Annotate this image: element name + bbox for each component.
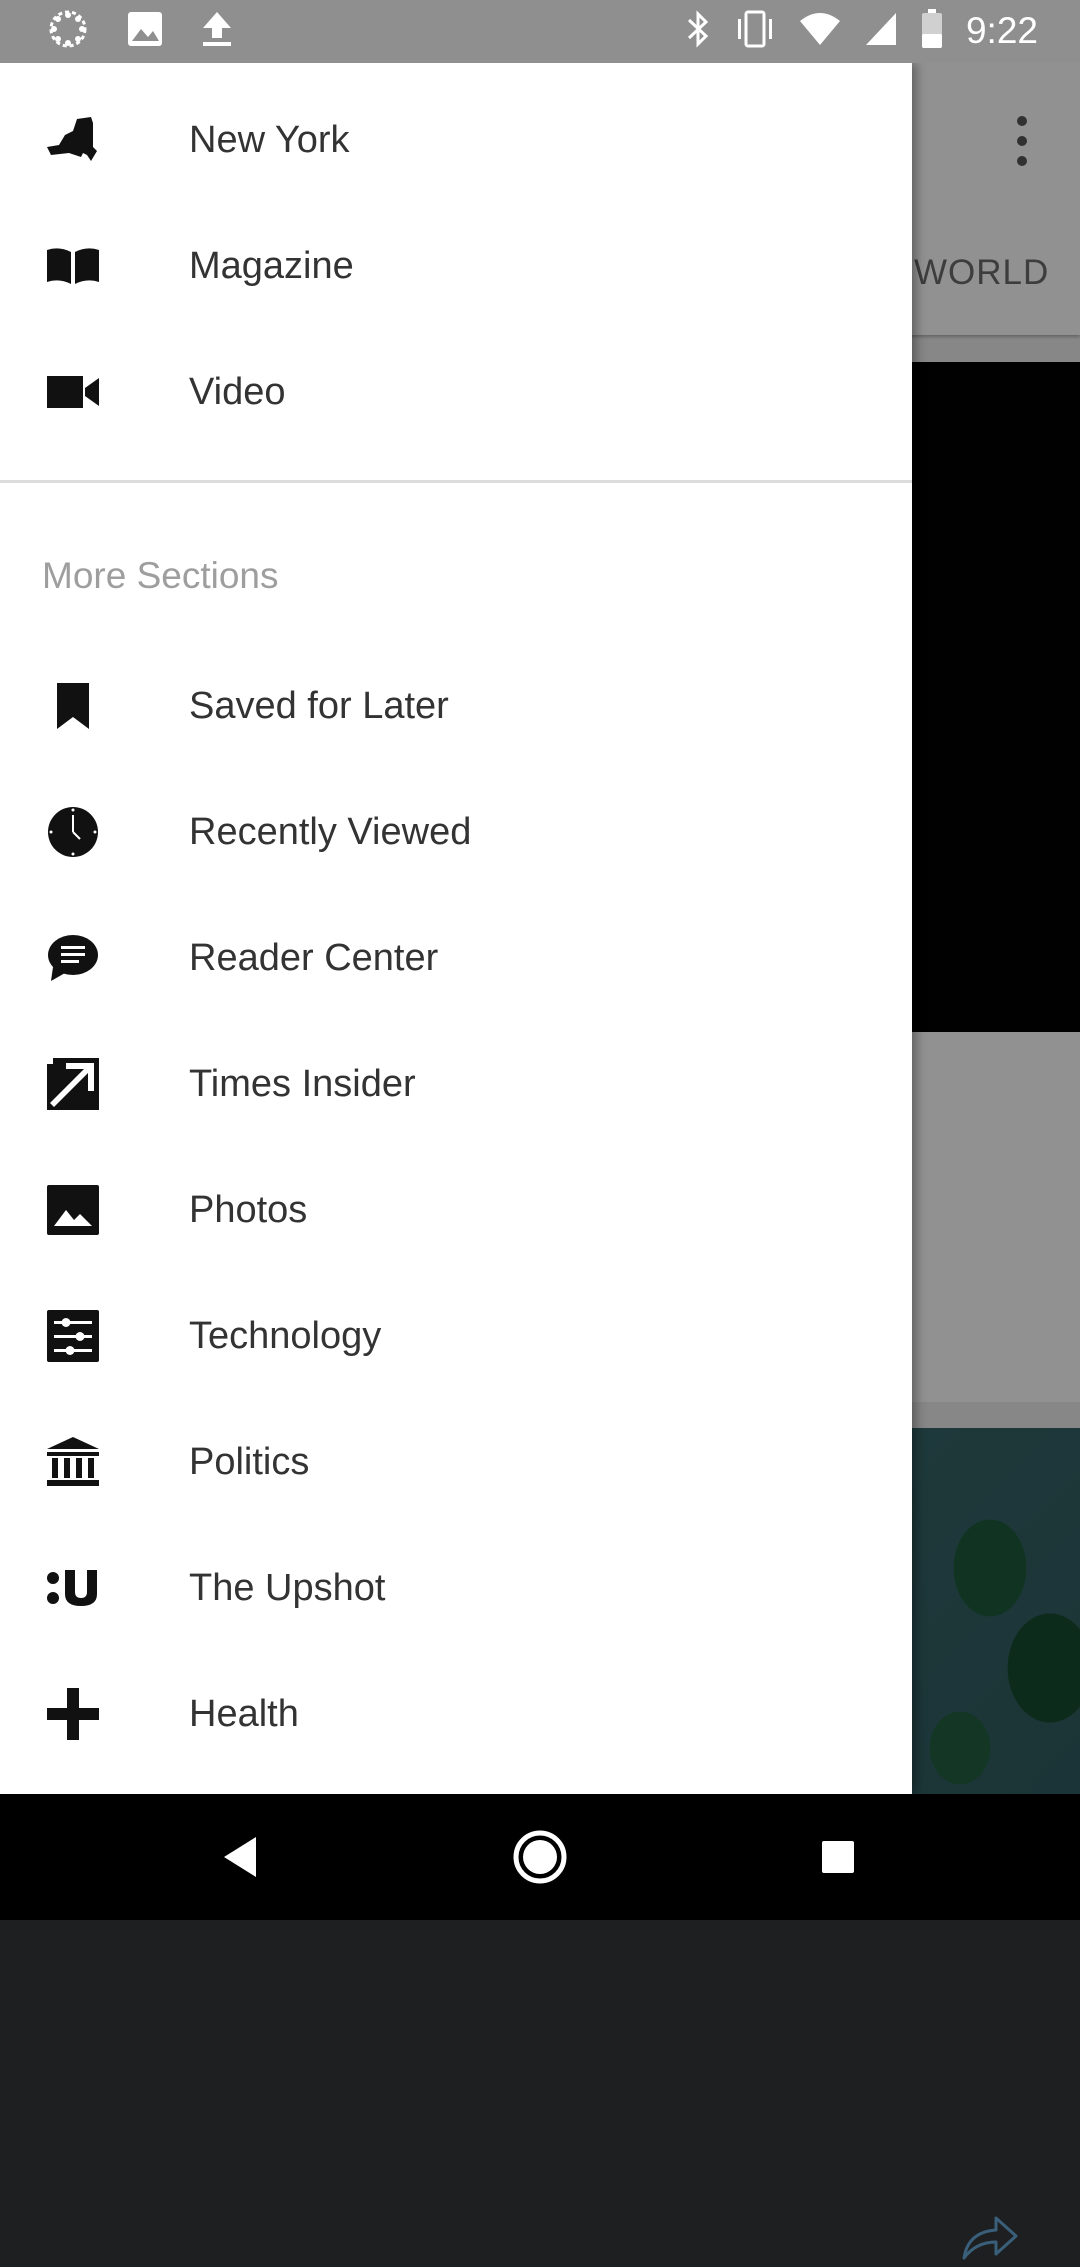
bookmark-icon: [45, 678, 101, 734]
battery-icon: [920, 8, 944, 55]
drawer-item-label: Health: [189, 1692, 299, 1735]
drawer-item-technology[interactable]: Technology: [0, 1273, 912, 1399]
vibrate-icon: [734, 9, 776, 54]
drawer-item-label: Video: [189, 370, 286, 413]
drawer-divider: [0, 480, 912, 483]
clock-time: 9:22: [965, 10, 1038, 51]
times-insider-icon: [45, 1056, 101, 1112]
chat-bubble-icon: [45, 930, 101, 986]
photo-icon: [45, 1182, 101, 1238]
drawer-item-label: New York: [189, 118, 350, 161]
system-status-icons: 9:22: [684, 8, 1038, 55]
video-camera-icon: [45, 364, 101, 420]
drawer-item-label: Photos: [189, 1188, 308, 1231]
drawer-item-label: Politics: [189, 1440, 310, 1483]
back-icon[interactable]: [205, 1822, 275, 1892]
open-book-icon: [45, 238, 101, 294]
drawer-item-label: Magazine: [189, 244, 354, 287]
wifi-icon: [798, 11, 842, 52]
drawer-item-health[interactable]: Health: [0, 1651, 912, 1777]
system-navigation-bar: [0, 1794, 1080, 1920]
drawer-item-recently-viewed[interactable]: Recently Viewed: [0, 769, 912, 895]
share-icon[interactable]: [960, 2212, 1020, 2262]
drawer-item-label: Recently Viewed: [189, 810, 472, 853]
drawer-item-label: Times Insider: [189, 1062, 416, 1105]
drawer-item-label: Saved for Later: [189, 684, 449, 727]
drawer-item-photos[interactable]: Photos: [0, 1147, 912, 1273]
drawer-item-magazine[interactable]: Magazine: [0, 203, 912, 329]
canvas-loader-icon: [46, 7, 90, 56]
drawer-item-video[interactable]: Video: [0, 329, 912, 455]
status-bar: 9:22: [0, 0, 1080, 63]
plus-icon: [45, 1686, 101, 1742]
notification-icons: [46, 9, 234, 53]
drawer-item-the-upshot[interactable]: The Upshot: [0, 1525, 912, 1651]
drawer-item-label: The Upshot: [189, 1566, 386, 1609]
recents-icon[interactable]: [803, 1822, 873, 1892]
home-icon[interactable]: [505, 1822, 575, 1892]
new-york-state-icon: [45, 112, 101, 168]
cell-signal-icon: [864, 11, 898, 52]
drawer-item-times-insider[interactable]: Times Insider: [0, 1021, 912, 1147]
upload-icon: [200, 10, 234, 53]
sliders-icon: [45, 1308, 101, 1364]
upshot-icon: [45, 1560, 101, 1616]
clock-icon: [45, 804, 101, 860]
drawer-item-politics[interactable]: Politics: [0, 1399, 912, 1525]
drawer-item-label: Technology: [189, 1314, 382, 1357]
capitol-building-icon: [45, 1434, 101, 1490]
navigation-drawer: New York Magazine Video More Sections Sa…: [0, 63, 912, 1794]
image-icon: [126, 10, 164, 53]
drawer-item-new-york[interactable]: New York: [0, 77, 912, 203]
drawer-item-saved-for-later[interactable]: Saved for Later: [0, 643, 912, 769]
drawer-item-reader-center[interactable]: Reader Center: [0, 895, 912, 1021]
bluetooth-icon: [684, 9, 712, 54]
drawer-item-label: Reader Center: [189, 936, 439, 979]
section-header: More Sections: [42, 555, 279, 596]
